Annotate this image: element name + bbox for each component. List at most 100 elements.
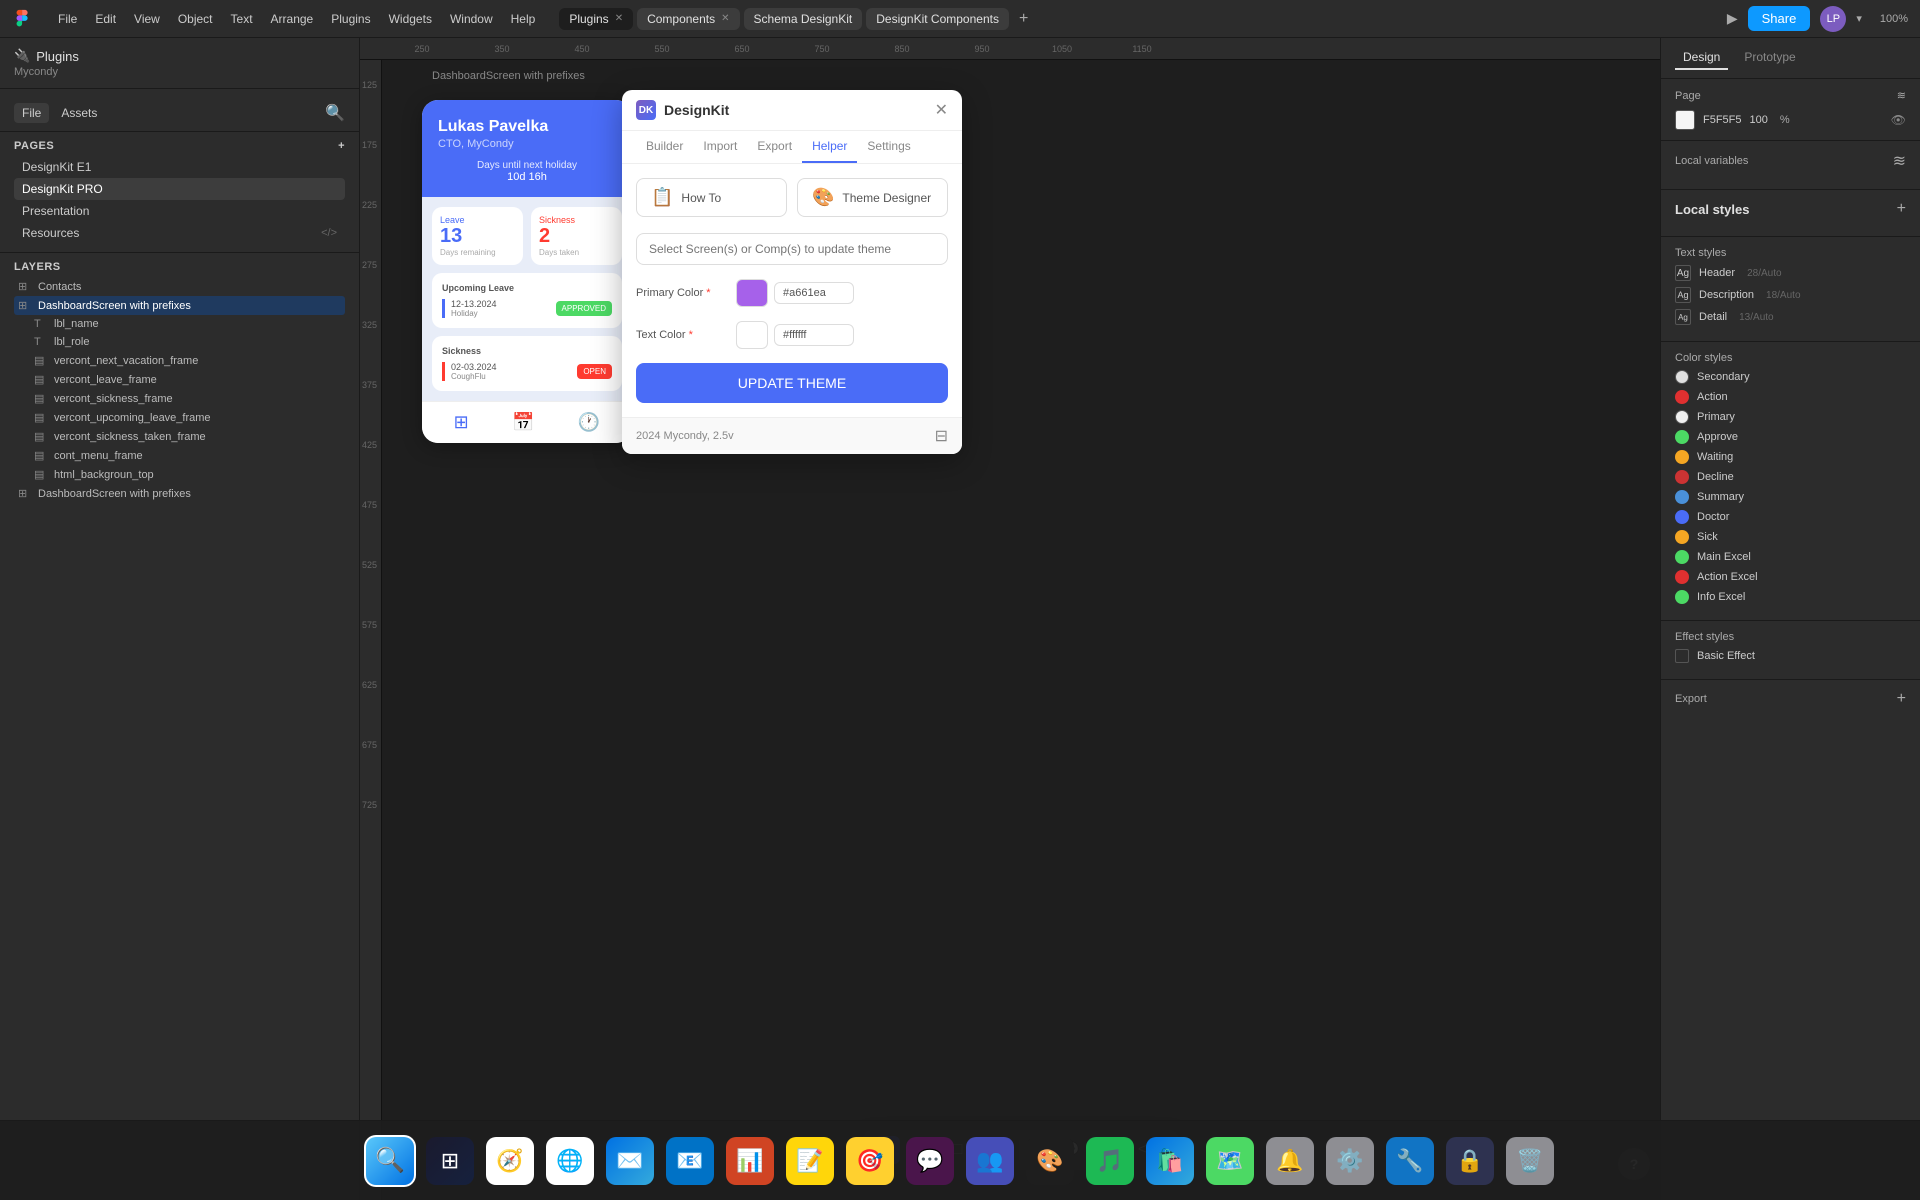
dock-maps[interactable]: 🗺️: [1204, 1135, 1256, 1187]
text-color-swatch[interactable]: [736, 321, 768, 349]
assets-button[interactable]: Assets: [53, 103, 105, 123]
local-variables-add[interactable]: ≋: [1893, 151, 1906, 171]
menu-edit[interactable]: Edit: [87, 8, 124, 30]
tab-builder[interactable]: Builder: [636, 131, 693, 163]
page-item-resources[interactable]: Resources </>: [14, 222, 345, 244]
page-color-swatch[interactable]: [1675, 110, 1695, 130]
menu-object[interactable]: Object: [170, 8, 221, 30]
close-tab-components[interactable]: ✕: [721, 13, 729, 24]
layer-leave-frame[interactable]: ▤ vercont_leave_frame: [30, 370, 345, 389]
page-item-presentation[interactable]: Presentation: [14, 200, 345, 222]
layer-menu-frame[interactable]: ▤ cont_menu_frame: [30, 446, 345, 465]
primary-hex-input[interactable]: [774, 282, 854, 304]
dock-mail[interactable]: ✉️: [604, 1135, 656, 1187]
tab-designkit-components[interactable]: DesignKit Components: [866, 8, 1009, 30]
layer-dashboard2[interactable]: ⊞ DashboardScreen with prefixes: [14, 484, 345, 503]
chevron-down-icon[interactable]: ▾: [1856, 12, 1862, 25]
tab-schema[interactable]: Schema DesignKit: [744, 8, 863, 30]
leave-holiday-type: Holiday: [451, 309, 497, 318]
popup-close-button[interactable]: ✕: [935, 100, 948, 120]
dock-chrome[interactable]: 🌐: [544, 1135, 596, 1187]
dock-safari[interactable]: 🧭: [484, 1135, 536, 1187]
dock-figma[interactable]: 🎨: [1024, 1135, 1076, 1187]
figma-logo[interactable]: [12, 8, 34, 30]
design-tab[interactable]: Design: [1675, 46, 1728, 70]
tab-plugins[interactable]: Plugins ✕: [559, 8, 633, 30]
leave-card: Leave 13 Days remaining: [432, 207, 523, 265]
layer-contacts[interactable]: ⊞ Contacts: [14, 277, 345, 296]
layer-upcoming-leave[interactable]: ▤ vercont_upcoming_leave_frame: [30, 408, 345, 427]
export-add[interactable]: +: [1897, 690, 1906, 708]
dock-proxyman[interactable]: 🔒: [1444, 1135, 1496, 1187]
tab-export[interactable]: Export: [747, 131, 802, 163]
layer-background[interactable]: ▤ html_backgroun_top: [30, 465, 345, 484]
menu-widgets[interactable]: Widgets: [381, 8, 440, 30]
menu-plugins[interactable]: Plugins: [323, 8, 378, 30]
layer-lbl-role[interactable]: T lbl_role: [30, 333, 345, 351]
select-screen-input[interactable]: [636, 233, 948, 265]
dock-powerpoint[interactable]: 📊: [724, 1135, 776, 1187]
dock-miro[interactable]: 🎯: [844, 1135, 896, 1187]
dock-stickies[interactable]: 📝: [784, 1135, 836, 1187]
dock-appstore[interactable]: 🛍️: [1144, 1135, 1196, 1187]
tab-helper[interactable]: Helper: [802, 131, 857, 163]
update-theme-button[interactable]: UPDATE THEME: [636, 363, 948, 403]
popup-header: DK DesignKit ✕: [622, 90, 962, 131]
text-hex-input[interactable]: [774, 324, 854, 346]
page-item-designkit-e1[interactable]: DesignKit E1: [14, 156, 345, 178]
eye-icon[interactable]: 👁: [1891, 113, 1906, 127]
local-variables-icon[interactable]: ≋: [1897, 89, 1906, 102]
menu-window[interactable]: Window: [442, 8, 501, 30]
dock-finder[interactable]: 🔍: [364, 1135, 416, 1187]
dock-outlook[interactable]: 📧: [664, 1135, 716, 1187]
page-item-designkit-pro[interactable]: DesignKit PRO: [14, 178, 345, 200]
layer-next-vacation[interactable]: ▤ vercont_next_vacation_frame: [30, 351, 345, 370]
leave-dates: 12-13.2024: [451, 299, 497, 309]
layer-lbl-name[interactable]: T lbl_name: [30, 315, 345, 333]
menu-view[interactable]: View: [126, 8, 168, 30]
share-button[interactable]: Share: [1748, 6, 1811, 31]
add-page-button[interactable]: +: [338, 140, 345, 152]
tab-settings[interactable]: Settings: [857, 131, 920, 163]
layer-dashboard-prefixes[interactable]: ⊞ DashboardScreen with prefixes: [14, 296, 345, 315]
local-styles-add[interactable]: +: [1897, 200, 1906, 218]
menu-text[interactable]: Text: [223, 8, 261, 30]
grid-icon[interactable]: ⊞: [454, 412, 469, 433]
layer-sickness-frame[interactable]: ▤ vercont_sickness_frame: [30, 389, 345, 408]
theme-designer-button[interactable]: 🎨 Theme Designer: [797, 178, 948, 217]
stickies-icon: 📝: [786, 1137, 834, 1185]
menu-file[interactable]: File: [50, 8, 85, 30]
menu-help[interactable]: Help: [503, 8, 544, 30]
cs-main-excel-label: Main Excel: [1697, 551, 1751, 563]
howto-button[interactable]: 📋 How To: [636, 178, 787, 217]
dock-teams[interactable]: 👥: [964, 1135, 1016, 1187]
primary-color-swatch[interactable]: [736, 279, 768, 307]
layer-icon-frame8: ⊞: [18, 487, 32, 500]
tab-components[interactable]: Components ✕: [637, 8, 739, 30]
menu-arrange[interactable]: Arrange: [263, 8, 322, 30]
prototype-tab[interactable]: Prototype: [1736, 46, 1803, 70]
detail-style-icon: Ag: [1675, 309, 1691, 325]
search-icon[interactable]: 🔍: [325, 103, 345, 123]
close-tab-plugins[interactable]: ✕: [615, 13, 623, 24]
clock-icon[interactable]: 🕐: [578, 412, 600, 433]
add-tab-button[interactable]: +: [1013, 10, 1034, 28]
plugin-icon: 🔌: [14, 48, 30, 64]
dock-xcode[interactable]: 🔧: [1384, 1135, 1436, 1187]
dock-systemprefs[interactable]: ⚙️: [1324, 1135, 1376, 1187]
dock-spotify[interactable]: 🎵: [1084, 1135, 1136, 1187]
avatar[interactable]: LP: [1820, 6, 1846, 32]
present-icon[interactable]: ▶: [1727, 10, 1738, 27]
dock-launchpad[interactable]: ⊞: [424, 1135, 476, 1187]
ruler-v-125: 125: [362, 80, 377, 90]
layer-sickness-taken[interactable]: ▤ vercont_sickness_taken_frame: [30, 427, 345, 446]
holiday-label: Days until next holiday: [438, 160, 616, 171]
calendar-icon[interactable]: 📅: [512, 412, 534, 433]
dock-notification[interactable]: 🔔: [1264, 1135, 1316, 1187]
dock-slack[interactable]: 💬: [904, 1135, 956, 1187]
tab-import[interactable]: Import: [693, 131, 747, 163]
file-button[interactable]: File: [14, 103, 49, 123]
layers-title: Layers: [14, 261, 61, 273]
local-variables-section: Local variables ≋: [1661, 141, 1920, 190]
dock-trash[interactable]: 🗑️: [1504, 1135, 1556, 1187]
